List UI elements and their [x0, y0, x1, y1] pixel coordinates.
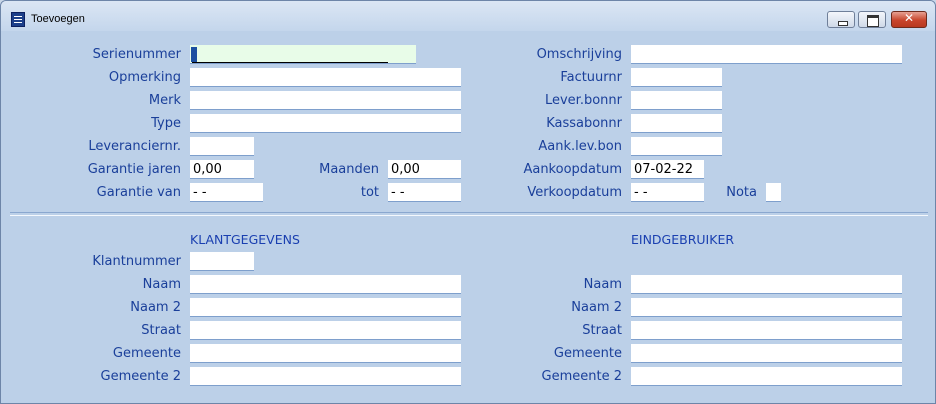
- app-menu-icon[interactable]: [11, 12, 25, 27]
- kassabonnr-input[interactable]: [631, 114, 722, 133]
- minimize-button[interactable]: [827, 11, 855, 28]
- merk-input[interactable]: [190, 91, 461, 110]
- tot-input[interactable]: - -: [388, 183, 461, 202]
- garantie-van-input[interactable]: - -: [190, 183, 263, 202]
- section-divider: [10, 212, 928, 216]
- opmerking-input[interactable]: [190, 68, 461, 87]
- minimize-icon: [838, 21, 848, 26]
- label-eind-naam2: Naam 2: [571, 300, 622, 315]
- klant-straat-input[interactable]: [190, 321, 461, 340]
- label-klant-gemeente: Gemeente: [112, 346, 181, 361]
- label-omschrijving: Omschrijving: [536, 47, 622, 62]
- label-opmerking: Opmerking: [108, 70, 181, 85]
- eind-straat-input[interactable]: [631, 321, 902, 340]
- label-lever-bonnr: Lever.bonnr: [544, 93, 622, 108]
- klantnummer-input[interactable]: [190, 252, 254, 271]
- label-eind-gemeente2: Gemeente 2: [541, 369, 622, 384]
- omschrijving-input[interactable]: [631, 45, 902, 64]
- label-eind-naam: Naam: [583, 277, 622, 292]
- label-eind-gemeente: Gemeente: [553, 346, 622, 361]
- label-maanden: Maanden: [319, 162, 379, 177]
- klant-naam-input[interactable]: [190, 275, 461, 294]
- eind-gemeente-input[interactable]: [631, 344, 902, 363]
- label-aank-lev-bon: Aank.lev.bon: [538, 139, 622, 154]
- aankoopdatum-input[interactable]: 07-02-22: [631, 160, 704, 179]
- label-serienummer: Serienummer: [92, 47, 181, 62]
- label-tot: tot: [360, 185, 379, 200]
- serienummer-input[interactable]: [190, 45, 416, 64]
- title-bar[interactable]: Toevoegen ✕: [1, 1, 935, 31]
- text-cursor: [191, 47, 197, 62]
- window-title: Toevoegen: [31, 13, 85, 25]
- eind-naam-input[interactable]: [631, 275, 902, 294]
- klant-naam2-input[interactable]: [190, 298, 461, 317]
- label-klant-naam2: Naam 2: [130, 300, 181, 315]
- label-klant-naam: Naam: [142, 277, 181, 292]
- input-underline: [192, 62, 388, 63]
- maximize-button[interactable]: [858, 11, 886, 28]
- klantgegevens-heading: KLANTGEGEVENS: [190, 232, 300, 247]
- maximize-icon: [867, 15, 879, 27]
- garantie-jaren-input[interactable]: 0,00: [190, 160, 254, 179]
- label-kassabonnr: Kassabonnr: [546, 116, 622, 131]
- label-klantnummer: Klantnummer: [92, 254, 181, 269]
- close-icon: ✕: [903, 11, 915, 25]
- eind-naam2-input[interactable]: [631, 298, 902, 317]
- label-klant-straat: Straat: [141, 323, 181, 338]
- dialog-window: Toevoegen ✕ Serienummer Opmerking Merk T…: [0, 0, 936, 404]
- aank-lev-bon-input[interactable]: [631, 137, 722, 156]
- label-factuurnr: Factuurnr: [560, 70, 622, 85]
- klant-gemeente2-input[interactable]: [190, 367, 461, 386]
- label-leveranciernr: Leveranciernr.: [88, 139, 181, 154]
- label-klant-gemeente2: Gemeente 2: [100, 369, 181, 384]
- label-eind-straat: Straat: [582, 323, 622, 338]
- type-input[interactable]: [190, 114, 461, 133]
- leveranciernr-input[interactable]: [190, 137, 254, 156]
- label-garantie-jaren: Garantie jaren: [87, 162, 181, 177]
- label-type: Type: [151, 116, 181, 131]
- label-garantie-van: Garantie van: [96, 185, 181, 200]
- klant-gemeente-input[interactable]: [190, 344, 461, 363]
- eindgebruiker-heading: EINDGEBRUIKER: [631, 232, 735, 247]
- verkoopdatum-input[interactable]: - -: [631, 183, 704, 202]
- maanden-input[interactable]: 0,00: [388, 160, 461, 179]
- lever-bonnr-input[interactable]: [631, 91, 722, 110]
- label-verkoopdatum: Verkoopdatum: [527, 185, 622, 200]
- nota-checkbox[interactable]: [766, 183, 781, 202]
- close-button[interactable]: ✕: [891, 11, 927, 28]
- factuurnr-input[interactable]: [631, 68, 722, 87]
- label-nota: Nota: [726, 185, 757, 200]
- label-aankoopdatum: Aankoopdatum: [523, 162, 622, 177]
- label-merk: Merk: [148, 93, 181, 108]
- eind-gemeente2-input[interactable]: [631, 367, 902, 386]
